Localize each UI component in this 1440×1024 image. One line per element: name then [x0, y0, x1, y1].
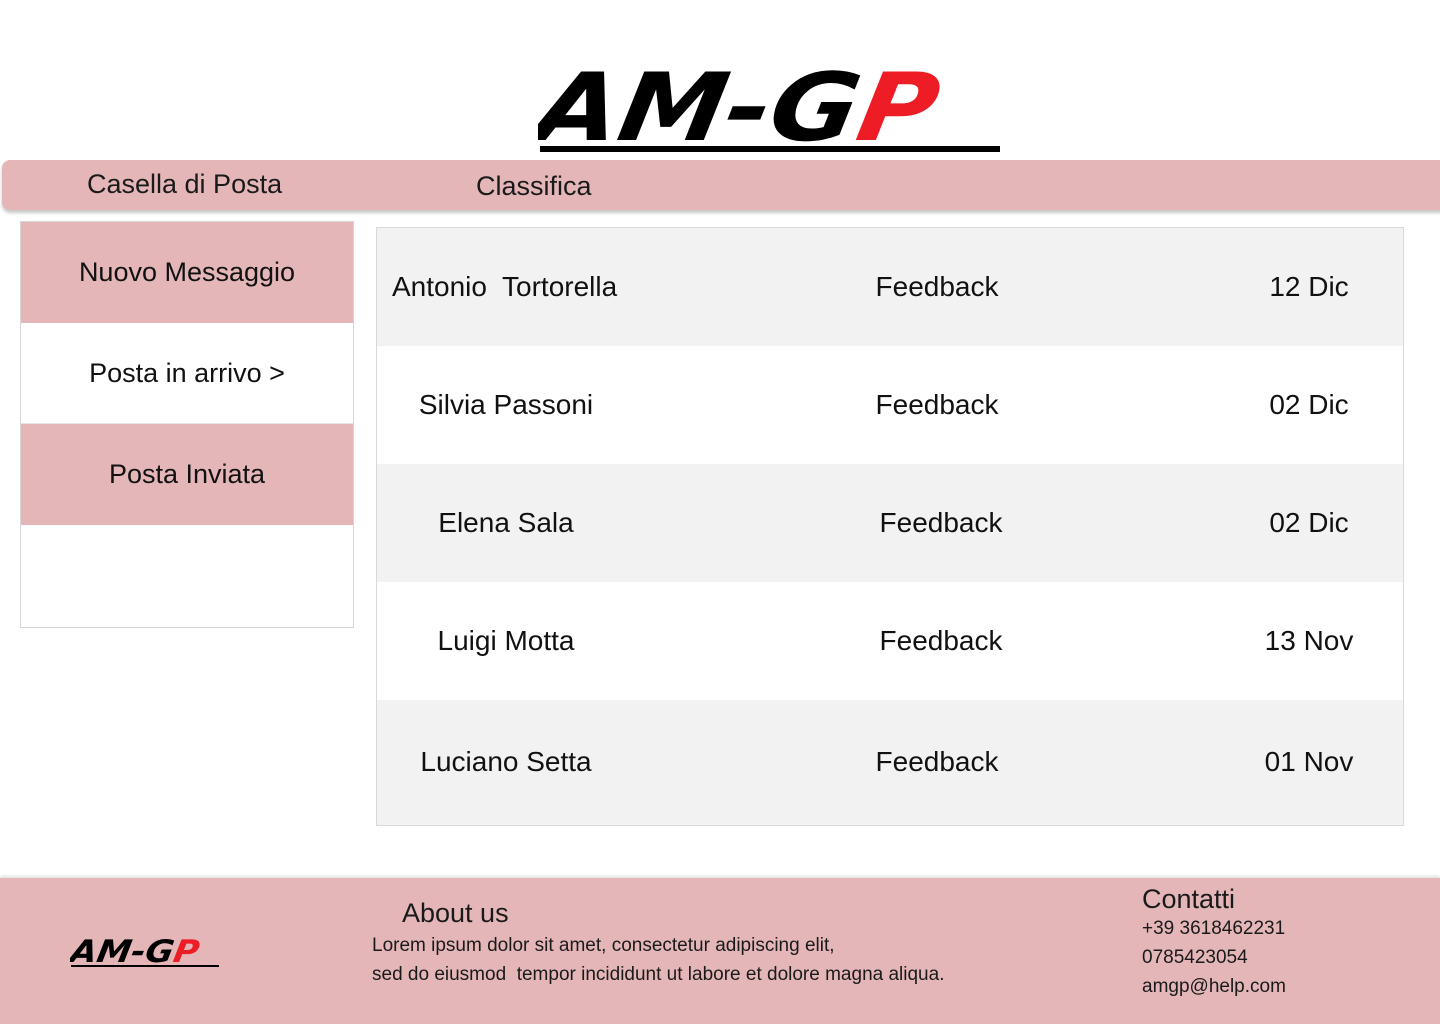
message-subject: Feedback [879, 507, 1003, 538]
logo-text-red: P [849, 60, 947, 156]
message-subject: Feedback [875, 271, 999, 302]
contact-email[interactable]: amgp@help.com [1142, 976, 1286, 998]
sidebar-item-posta-inviata[interactable]: Posta Inviata [21, 424, 353, 525]
message-sender: Antonio Tortorella [392, 271, 618, 302]
footer: AM-G P About us Lorem ipsum dolor sit ame… [0, 878, 1440, 1024]
nav-tab-classifica[interactable]: Classifica [476, 171, 592, 202]
footer-logo[interactable]: AM-G P [70, 934, 220, 970]
message-sender: Luigi Motta [437, 625, 575, 656]
footer-logo-text-black: AM-G [70, 934, 177, 970]
message-date: 02 Dic [1269, 389, 1349, 420]
message-date: 13 Nov [1264, 625, 1354, 656]
message-row[interactable]: Luigi Motta Feedback 13 Nov [377, 582, 1403, 700]
message-row[interactable]: Silvia Passoni Feedback 02 Dic [377, 346, 1403, 464]
message-list: Antonio Tortorella Feedback 12 Dic Silvi… [376, 227, 1404, 826]
message-date: 02 Dic [1269, 507, 1349, 538]
message-row[interactable]: Luciano Setta Feedback 01 Nov [377, 700, 1403, 823]
contact-phone-1[interactable]: +39 3618462231 [1142, 918, 1285, 940]
message-row[interactable]: Antonio Tortorella Feedback 12 Dic [377, 228, 1403, 346]
page: AM-G P Casella di Posta Classifica Nuovo … [0, 0, 1440, 1024]
logo-text-black: AM-G [538, 60, 869, 156]
header-logo[interactable]: AM-G P [538, 60, 1002, 156]
about-us-text: Lorem ipsum dolor sit amet, consectetur … [372, 935, 945, 985]
message-subject: Feedback [879, 625, 1003, 656]
message-sender: Luciano Setta [420, 745, 592, 777]
sidebar-item-nuovo-messaggio[interactable]: Nuovo Messaggio [21, 222, 353, 323]
message-subject: Feedback [875, 389, 999, 420]
message-date: 12 Dic [1269, 271, 1349, 302]
message-sender: Silvia Passoni [418, 389, 594, 420]
about-us-title: About us [402, 898, 509, 928]
svg-text:AM-GP: AM-G P [538, 60, 947, 156]
message-sender: Elena Sala [438, 507, 574, 538]
mail-sidebar: Nuovo Messaggio Posta in arrivo > Posta … [20, 221, 354, 628]
message-date: 01 Nov [1264, 745, 1354, 777]
svg-text:AM-GP: AM-G P [70, 934, 202, 970]
message-subject: Feedback [875, 745, 999, 777]
message-row[interactable]: Elena Sala Feedback 02 Dic [377, 464, 1403, 582]
top-nav-bar: Casella di Posta Classifica [2, 160, 1440, 210]
sidebar-item-posta-in-arrivo[interactable]: Posta in arrivo > [21, 323, 353, 424]
contacts-title: Contatti [1142, 884, 1236, 914]
contact-phone-2[interactable]: 0785423054 [1142, 947, 1248, 969]
nav-tab-casella-di-posta[interactable]: Casella di Posta [87, 169, 282, 200]
footer-logo-text-red: P [171, 934, 203, 970]
sidebar-empty-space [21, 525, 353, 626]
